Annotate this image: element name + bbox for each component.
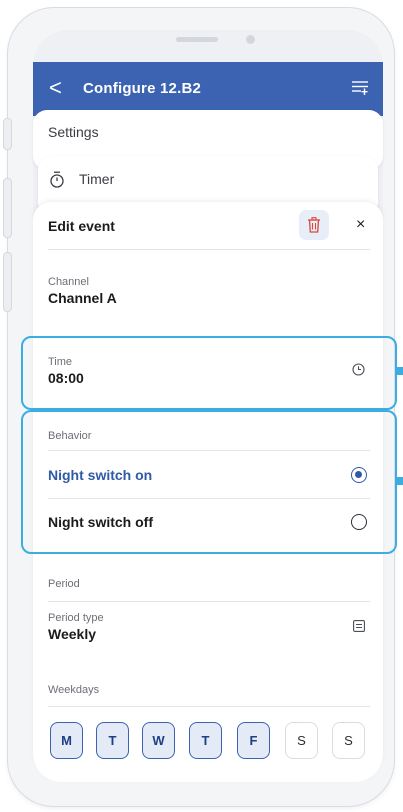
delete-button[interactable] <box>299 210 329 240</box>
divider <box>48 601 370 602</box>
page-title: Configure 12.B2 <box>83 80 202 97</box>
side-button-volume-up <box>3 178 12 238</box>
list-select-icon[interactable] <box>353 620 365 632</box>
weekday-sunday[interactable]: S <box>332 722 365 759</box>
weekday-tuesday[interactable]: T <box>96 722 129 759</box>
weekday-wednesday[interactable]: W <box>142 722 175 759</box>
app-bar: < Configure 12.B2 <box>33 62 383 116</box>
divider <box>48 706 370 707</box>
trash-icon <box>308 217 320 233</box>
channel-value[interactable]: Channel A <box>48 290 117 306</box>
option-label: Night switch off <box>48 514 153 530</box>
clock-icon[interactable] <box>352 363 365 376</box>
radio-unselected[interactable] <box>351 514 367 530</box>
channel-label: Channel <box>48 276 89 288</box>
close-icon[interactable]: × <box>356 216 365 234</box>
period-type-label: Period type <box>48 612 104 624</box>
timer-label: Timer <box>79 171 115 187</box>
radio-selected[interactable] <box>351 467 367 483</box>
highlight-marker <box>397 477 403 485</box>
side-button-mute <box>3 118 12 150</box>
side-button-volume-down <box>3 252 12 312</box>
filter-list-icon[interactable] <box>351 80 369 96</box>
time-label: Time <box>48 356 73 368</box>
weekdays-header: Weekdays <box>48 684 100 696</box>
divider <box>48 450 370 451</box>
weekday-saturday[interactable]: S <box>285 722 318 759</box>
behavior-header: Behavior <box>48 430 92 442</box>
divider <box>48 249 370 250</box>
option-label: Night switch on <box>48 467 153 483</box>
edit-event-title: Edit event <box>48 218 115 234</box>
timer-icon <box>50 171 64 188</box>
speaker-grille <box>176 37 218 42</box>
highlight-marker <box>397 367 403 375</box>
front-camera <box>246 35 255 44</box>
time-value[interactable]: 08:00 <box>48 370 84 386</box>
weekday-friday[interactable]: F <box>237 722 270 759</box>
back-arrow-icon[interactable]: < <box>49 75 62 101</box>
weekday-monday[interactable]: M <box>50 722 83 759</box>
period-header: Period <box>48 578 80 590</box>
weekday-thursday[interactable]: T <box>189 722 222 759</box>
period-type-value[interactable]: Weekly <box>48 626 96 642</box>
divider <box>48 498 370 499</box>
settings-label: Settings <box>48 124 99 140</box>
